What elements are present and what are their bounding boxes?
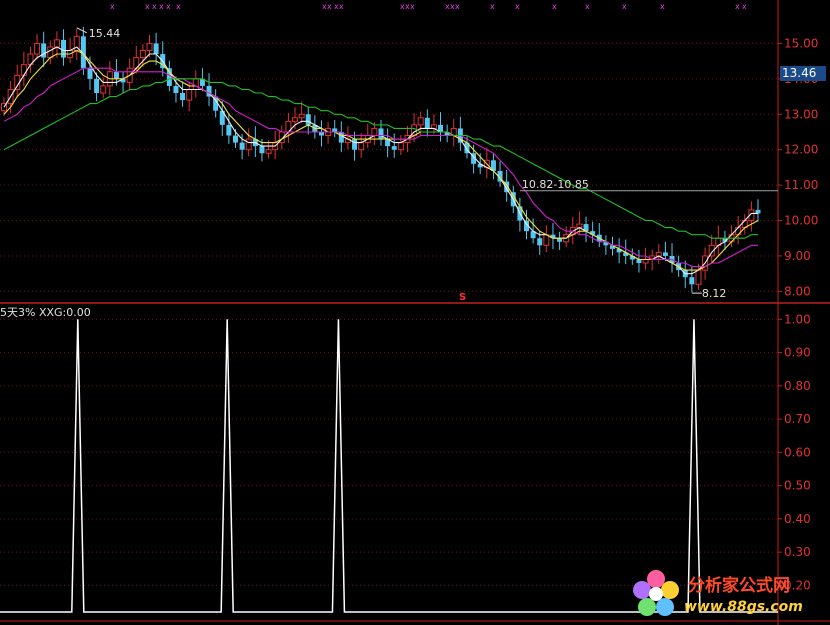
- indicator-tick-label: 0.40: [784, 512, 811, 526]
- candle-body: [265, 149, 272, 154]
- price-tick-label: 13.00: [784, 107, 818, 121]
- price-tick-label: 9.00: [784, 249, 811, 263]
- candle-body: [186, 88, 193, 101]
- signal-marker: x: [327, 2, 332, 11]
- signal-marker: x: [166, 2, 171, 11]
- candle-body: [424, 117, 430, 129]
- candle-body: [417, 117, 424, 126]
- indicator-tick-label: 0.30: [784, 545, 811, 559]
- price-tick-label: 8.00: [784, 284, 811, 298]
- candle-body: [100, 85, 107, 94]
- signal-marker: x: [110, 2, 115, 11]
- indicator-tick-label: 1.00: [784, 312, 811, 326]
- signal-marker: x: [410, 2, 415, 11]
- price-tick-label: 15.00: [784, 36, 818, 50]
- candle-body: [47, 46, 54, 59]
- indicator-tick-label: 0.70: [784, 412, 811, 426]
- watermark-title: 分析家公式网: [688, 576, 790, 596]
- candle-body: [173, 85, 179, 94]
- candle-body: [537, 238, 543, 246]
- price-tick-label: 10.00: [784, 214, 818, 228]
- signal-marker: x: [490, 2, 495, 11]
- candle-body: [352, 139, 358, 150]
- candle-body: [332, 128, 338, 132]
- candle-body: [695, 269, 702, 285]
- high-label: 15.44: [89, 27, 121, 40]
- candle-body: [192, 78, 199, 90]
- candle-body: [239, 142, 245, 150]
- low-label: 8.12: [702, 287, 727, 300]
- candle-body: [180, 93, 186, 101]
- candle-body: [226, 124, 232, 136]
- candle-body: [358, 142, 365, 151]
- signal-marker: x: [515, 2, 520, 11]
- signal-marker: x: [552, 2, 557, 11]
- candle-body: [371, 127, 378, 137]
- ma-line-0: [3, 46, 758, 275]
- current-price-badge: 13.46: [780, 66, 826, 81]
- candle-body: [232, 135, 238, 143]
- signal-marker: x: [159, 2, 164, 11]
- candle-body: [689, 277, 695, 285]
- indicator-tick-label: 0.90: [784, 346, 811, 360]
- signal-marker: x: [339, 2, 344, 11]
- candle-body: [338, 131, 344, 143]
- candle-body: [61, 39, 67, 58]
- signal-marker: x: [585, 2, 590, 11]
- signal-marker: x: [622, 2, 627, 11]
- candle-body: [662, 252, 668, 256]
- stock-chart: 8.009.0010.0011.0012.0013.0014.0015.000.…: [0, 0, 830, 625]
- candle-body: [34, 42, 41, 55]
- watermark: 分析家公式网 www.88gs.com: [628, 566, 828, 622]
- signal-marker: x: [742, 2, 747, 11]
- indicator-tick-label: 0.80: [784, 379, 811, 393]
- range-label: 10.82-10.85: [522, 178, 589, 191]
- ma-line-1: [3, 49, 759, 271]
- candle-body: [245, 138, 252, 151]
- signal-marker: x: [176, 2, 181, 11]
- indicator-tick-label: 0.50: [784, 479, 811, 493]
- high-arrow: [76, 27, 87, 34]
- ma-line-3: [3, 78, 758, 239]
- candle-body: [391, 146, 397, 150]
- price-tick-label: 11.00: [784, 178, 818, 192]
- candle-body: [543, 234, 550, 246]
- candle-body: [298, 113, 305, 119]
- candle-body: [94, 78, 100, 94]
- candle-body: [146, 42, 153, 52]
- flower-logo-icon: [633, 570, 679, 616]
- indicator-label: 5天3% XXG:0.00: [0, 306, 91, 319]
- ma-line-2: [3, 67, 758, 268]
- candle-body: [20, 64, 27, 76]
- price-tick-label: 12.00: [784, 143, 818, 157]
- signal-marker: x: [145, 2, 150, 11]
- signal-marker: x: [660, 2, 665, 11]
- candle-body: [53, 39, 60, 48]
- candle-body: [305, 114, 311, 125]
- candle-body: [557, 238, 563, 242]
- candle-body: [113, 71, 119, 79]
- watermark-url: www.88gs.com: [684, 599, 803, 615]
- candle-body: [259, 146, 265, 154]
- signal-marker: x: [735, 2, 740, 11]
- candle-body: [153, 43, 159, 55]
- candle-body: [139, 50, 146, 59]
- indicator-tick-label: 0.60: [784, 445, 811, 459]
- signal-marker: x: [455, 2, 460, 11]
- s-marker: S: [459, 292, 466, 303]
- signal-marker: x: [152, 2, 157, 11]
- candle-body: [397, 142, 404, 151]
- candle-body: [378, 128, 384, 140]
- candle-body: [87, 68, 93, 79]
- candle-body: [292, 117, 299, 122]
